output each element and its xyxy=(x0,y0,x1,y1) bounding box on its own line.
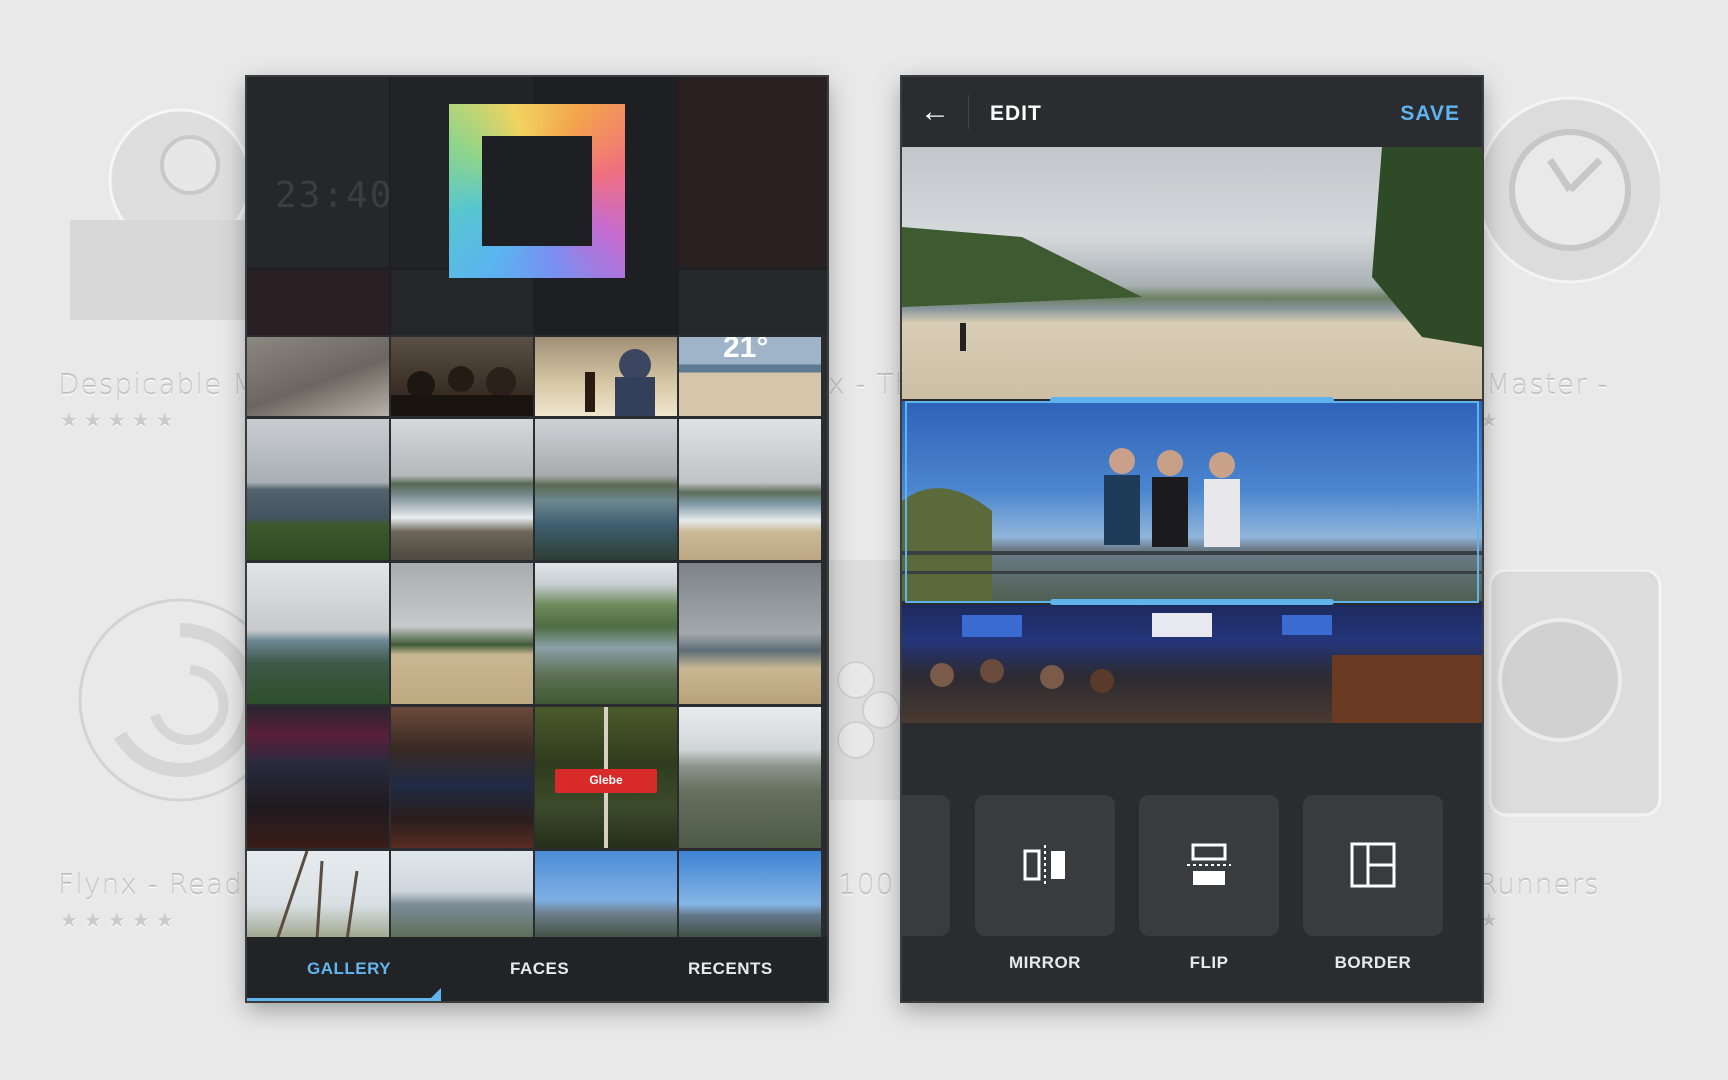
flip-tool-button[interactable] xyxy=(1139,795,1279,936)
photo-thumbnail[interactable] xyxy=(679,419,821,560)
tab-faces[interactable]: FACES xyxy=(510,959,569,979)
bg-app-stars: ★ xyxy=(1480,410,1504,432)
gallery-tab-bar: GALLERY FACES RECENTS xyxy=(247,937,827,1001)
tab-corner-icon xyxy=(431,988,441,998)
clock-gear-emblem-icon xyxy=(1476,96,1660,284)
flynx-emblem-icon xyxy=(78,598,260,802)
resize-handle-top[interactable] xyxy=(1050,397,1334,403)
minion-emblem-icon xyxy=(70,108,252,320)
bg-app-stars: ★★★★★ xyxy=(60,910,180,932)
save-button[interactable]: SAVE xyxy=(1400,102,1460,126)
photo-thumbnail[interactable] xyxy=(679,851,821,940)
layout-logo-icon xyxy=(449,104,625,278)
edit-toolbar: CE MIRROR FLIP BORDER xyxy=(902,795,1482,1001)
selected-cell-frame xyxy=(905,401,1479,603)
bg-app-name: Master - xyxy=(1486,368,1609,401)
flip-tool-label: FLIP xyxy=(1189,953,1229,972)
layout-intro-banner: 23:40 xyxy=(247,77,827,335)
grapes-emblem-icon xyxy=(826,560,902,800)
photo-thumbnail[interactable] xyxy=(535,337,677,416)
tab-recents[interactable]: RECENTS xyxy=(688,959,773,979)
photo-thumbnail[interactable] xyxy=(679,707,821,848)
bg-app-stars: ★★★★★ xyxy=(60,410,180,432)
photo-thumbnail[interactable] xyxy=(247,419,389,560)
bg-app-name: 100 xyxy=(838,868,895,901)
photo-thumbnail[interactable] xyxy=(391,851,533,940)
border-tool-label: BORDER xyxy=(1334,953,1412,972)
photo-thumbnail[interactable] xyxy=(535,419,677,560)
active-tab-indicator xyxy=(247,998,441,1001)
collage-photo-bar[interactable] xyxy=(902,605,1482,723)
photo-thumbnail[interactable]: 21° xyxy=(679,337,821,416)
photo-thumbnail[interactable] xyxy=(679,563,821,704)
bg-app-name: Despicable Me xyxy=(58,368,276,401)
flip-icon xyxy=(1187,843,1231,885)
mirror-tool-button[interactable] xyxy=(975,795,1115,936)
clock-photo-text: 23:40 xyxy=(275,175,394,216)
page-title: EDIT xyxy=(990,102,1042,125)
photo-thumbnail[interactable] xyxy=(391,563,533,704)
replace-tool-button[interactable] xyxy=(902,795,950,936)
bg-app-stars: ★ xyxy=(1480,910,1504,932)
photo-thumbnail[interactable] xyxy=(247,851,389,940)
edit-screen: ← EDIT SAVE MIRROR FLIP BORDER xyxy=(902,77,1482,1001)
gallery-screen: 23:40 21° Glebe GALLERY FACES RECENTS xyxy=(247,77,827,1001)
photo-thumbnail[interactable] xyxy=(391,707,533,848)
photo-thumbnail[interactable] xyxy=(535,563,677,704)
mirror-tool-label: MIRROR xyxy=(1009,953,1081,972)
photo-thumbnail[interactable] xyxy=(391,419,533,560)
arrow-left-icon[interactable]: ← xyxy=(920,97,950,127)
divider xyxy=(968,95,969,129)
photo-thumbnail[interactable]: Glebe xyxy=(535,707,677,848)
mirror-icon xyxy=(1023,845,1065,885)
photo-thumbnail[interactable] xyxy=(391,337,533,416)
photo-thumbnail[interactable] xyxy=(247,707,389,848)
photo-thumbnail[interactable] xyxy=(247,563,389,704)
border-icon xyxy=(1350,842,1396,888)
street-sign-text: Glebe xyxy=(589,773,623,787)
temperature-overlay: 21° xyxy=(723,337,769,364)
runner-emblem-icon xyxy=(1488,570,1662,817)
replace-tool-label: CE xyxy=(902,953,942,973)
collage-photo-beach[interactable] xyxy=(902,147,1482,399)
photo-thumbnail[interactable] xyxy=(247,337,389,416)
photo-thumbnail[interactable] xyxy=(535,851,677,940)
border-tool-button[interactable] xyxy=(1303,795,1443,936)
edit-top-bar: ← EDIT SAVE xyxy=(902,77,1482,147)
bg-app-name: Runners xyxy=(1478,868,1600,901)
bg-app-name: Flynx - Read t xyxy=(58,868,265,901)
tab-gallery[interactable]: GALLERY xyxy=(307,959,391,979)
